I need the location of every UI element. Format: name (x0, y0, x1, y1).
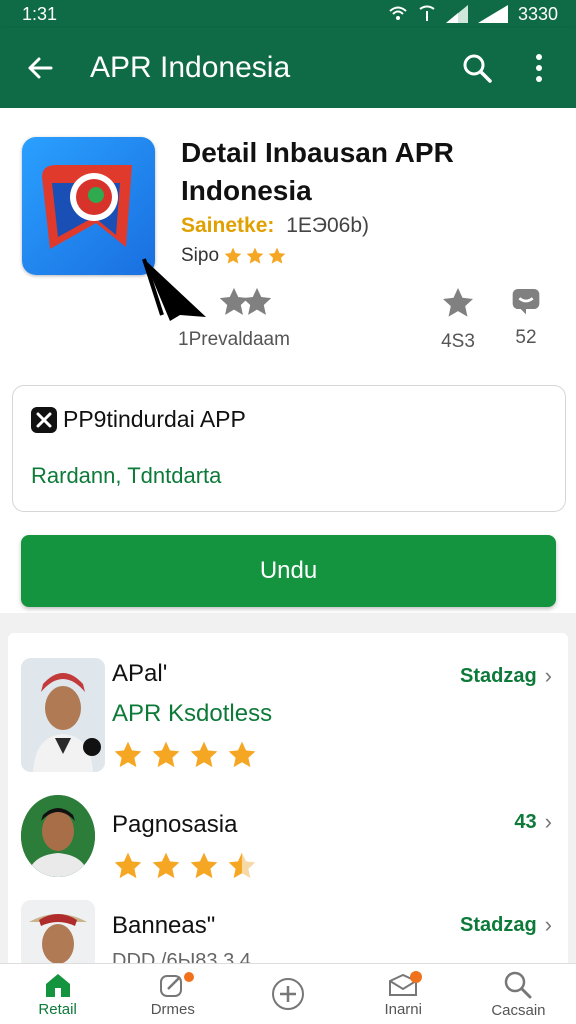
star-icon (114, 852, 142, 879)
stat-comments[interactable]: 52 (510, 285, 542, 349)
add-circle-icon (272, 978, 304, 1010)
star-icon (114, 741, 142, 768)
install-button[interactable]: Undu (21, 535, 556, 607)
list-item[interactable]: Banneas" DDD /6Ы83 3 4 Stadzag › (8, 888, 568, 968)
chevron-right-icon: › (544, 912, 552, 937)
search-button[interactable] (454, 45, 500, 91)
star-icon (152, 852, 180, 879)
review-subtitle: APR Ksdotless (112, 700, 273, 727)
star-icon (443, 288, 473, 317)
wifi-icon (388, 5, 408, 23)
review-action[interactable]: Stadzag › (460, 663, 552, 689)
star-half-icon (228, 852, 256, 879)
list-item[interactable]: APal' APR Ksdotless Stadzag › (8, 633, 568, 783)
app-meta-label: Sainetke: (181, 214, 275, 237)
star-icon (190, 852, 218, 879)
app-meta: Sainetke: 1ЕЭ06b) (181, 214, 369, 238)
stat-reviews-label: 4S3 (441, 331, 475, 352)
app-bar: APR Indonesia (0, 28, 576, 108)
chevron-right-icon: › (544, 663, 552, 688)
notification-dot (409, 971, 422, 983)
nav-label: Cacsain (491, 1001, 546, 1019)
app-sub-label: Sipo (181, 245, 220, 266)
star-icon (152, 741, 180, 768)
nav-item-drmes[interactable]: Drmes (115, 964, 230, 1024)
more-vert-icon (536, 54, 542, 82)
nav-label: Retail (38, 1000, 77, 1018)
review-title: Banneas" (112, 912, 216, 939)
page-title: APR Indonesia (90, 51, 291, 84)
nav-label: Inarni (384, 1000, 422, 1018)
status-icons: 3330 (388, 4, 558, 25)
star-icon (246, 247, 264, 264)
search-icon (463, 54, 492, 83)
app-rating-stars (223, 246, 287, 266)
review-action-label: 43 (514, 810, 537, 833)
search-icon (505, 971, 532, 998)
review-action-label: Stadzag (459, 664, 537, 687)
signal-icon (445, 5, 468, 23)
review-action[interactable]: 43 › (514, 809, 552, 835)
stat-favorite[interactable] (240, 285, 274, 319)
nav-item-add[interactable] (230, 964, 345, 1024)
status-battery-text: 3330 (517, 3, 558, 24)
app-name: Detail Inbausan APR Indonesia (181, 137, 454, 206)
app-logo (22, 137, 155, 275)
developer-info-subtitle: Rardann, Tdntdarta (31, 463, 222, 488)
developer-info-title-row: PP9tindurdai APP (31, 406, 246, 433)
home-icon (45, 973, 70, 997)
review-list: APal' APR Ksdotless Stadzag › Pagnosasia… (8, 633, 568, 968)
back-button[interactable] (20, 48, 60, 88)
star-icon (190, 741, 218, 768)
star-icon (268, 247, 286, 264)
review-title: Pagnosasia (112, 811, 238, 838)
notification-dot (184, 972, 195, 982)
developer-info-title: PP9tindurdai APP (63, 406, 246, 432)
review-title: APal' (112, 660, 168, 687)
avatar (21, 795, 95, 877)
nav-label: Drmes (150, 1000, 195, 1018)
stat-comments-label: 52 (515, 327, 537, 348)
tools-icon (31, 406, 57, 433)
app-meta-value: 1ЕЭ06b) (286, 214, 370, 237)
stat-reviews[interactable]: 4S3 (440, 285, 476, 353)
stat-rating-label: 1Prevaldaam (178, 329, 290, 350)
status-bar: 1:31 3330 (0, 0, 576, 28)
app-rating-summary: Sipo (181, 245, 287, 267)
battery-icon (477, 5, 508, 23)
review-action[interactable]: Stadzag › (460, 912, 552, 938)
review-action-label: Stadzag (459, 913, 537, 936)
arrow-back-icon (28, 57, 53, 79)
review-rating-stars (112, 850, 258, 882)
overflow-menu-button[interactable] (516, 45, 562, 91)
star-icon (242, 287, 272, 315)
nav-item-cacsain[interactable]: Cacsain (461, 964, 576, 1024)
avatar (21, 658, 105, 772)
list-item[interactable]: Pagnosasia 43 › (8, 783, 568, 888)
star-icon (224, 247, 242, 264)
chevron-right-icon: › (544, 809, 552, 834)
review-rating-stars (112, 739, 258, 771)
signal-alt-icon (418, 5, 436, 23)
nav-item-inarni[interactable]: Inarni (346, 964, 461, 1024)
status-time: 1:31 (22, 3, 58, 24)
developer-info-card[interactable]: PP9tindurdai APP Rardann, Tdntdarta (12, 385, 566, 512)
chat-icon (512, 289, 540, 315)
star-icon (228, 741, 256, 768)
nav-item-retail[interactable]: Retail (0, 964, 115, 1024)
bottom-navigation: Retail Drmes Inarni Cacsain (0, 963, 576, 1024)
avatar (21, 900, 95, 968)
